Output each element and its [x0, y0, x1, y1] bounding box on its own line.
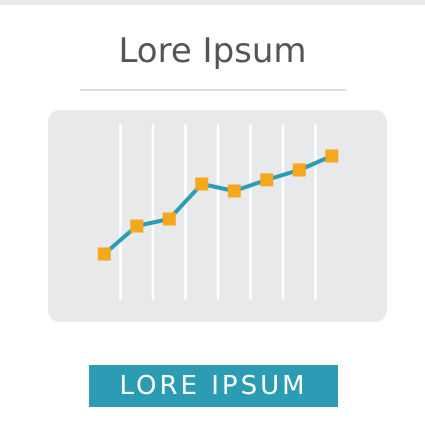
top-bar [0, 0, 425, 5]
chart-card [48, 110, 387, 322]
chart-point [162, 212, 176, 226]
chart-point [227, 184, 241, 198]
page: Lore Ipsum LORE IPSUM [0, 0, 425, 434]
line-chart [97, 124, 339, 300]
chart-point [97, 247, 111, 261]
chart-point [195, 177, 209, 191]
lore-ipsum-button[interactable]: LORE IPSUM [89, 365, 338, 407]
chart-point [130, 219, 144, 233]
title-divider [80, 89, 346, 91]
page-title: Lore Ipsum [118, 31, 307, 71]
chart-grid [119, 124, 317, 300]
chart-point [260, 173, 274, 187]
chart-point [325, 149, 339, 163]
chart-point [292, 163, 306, 177]
